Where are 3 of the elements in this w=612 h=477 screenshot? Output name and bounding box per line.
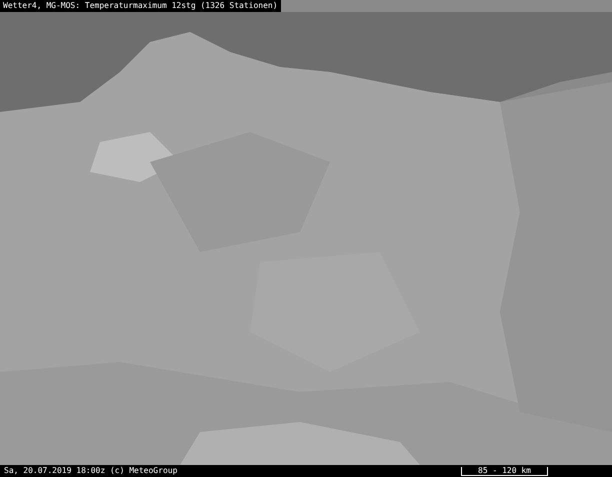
timestamp: Sa, 20.07.2019 18:00z (c) MeteoGroup <box>4 466 178 476</box>
scale-bar: 85 - 120 km <box>461 466 548 476</box>
map-title: Wetter4, MG-MOS: Temperaturmaximum 12stg (1326 Stationen) <box>0 0 281 12</box>
